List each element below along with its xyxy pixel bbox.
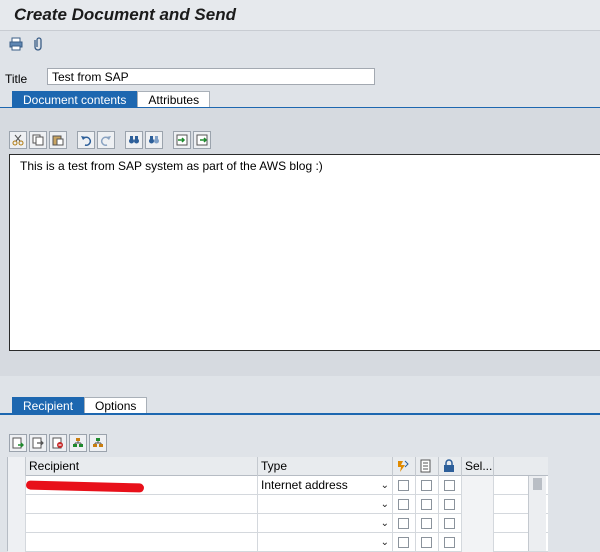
attachment-icon[interactable]	[30, 36, 46, 52]
express-checkbox[interactable]	[398, 480, 409, 491]
type-dropdown[interactable]: ⌄	[258, 533, 393, 552]
tab-underline	[0, 413, 600, 415]
type-dropdown[interactable]: Internet address ⌄	[258, 476, 393, 495]
express-icon	[398, 460, 409, 472]
lock-checkbox-cell	[439, 514, 462, 533]
recipient-cell[interactable]	[26, 495, 258, 514]
type-value: Internet address	[261, 478, 348, 492]
lock-checkbox-cell	[439, 533, 462, 552]
append-row-icon[interactable]	[9, 434, 27, 452]
grid-toolbar	[9, 434, 107, 454]
document-tabstrip: Document contents Attributes	[12, 91, 211, 108]
copy-checkbox[interactable]	[421, 480, 432, 491]
column-header-express[interactable]	[393, 457, 416, 476]
row-selector[interactable]	[8, 533, 26, 552]
copy-icon	[420, 459, 431, 473]
title-row: Title	[0, 68, 600, 88]
find-next-icon[interactable]	[145, 131, 163, 149]
copy-checkbox[interactable]	[421, 499, 432, 510]
find-icon[interactable]	[125, 131, 143, 149]
copy-checkbox[interactable]	[421, 537, 432, 548]
table-row: ⌄	[8, 495, 548, 514]
table-header: Recipient Type Sel...	[8, 457, 548, 476]
application-toolbar	[8, 36, 46, 54]
title-bar: Create Document and Send	[0, 0, 600, 31]
recipient-tabstrip: Recipient Options	[12, 397, 148, 414]
paste-icon[interactable]	[49, 131, 67, 149]
lock-checkbox-cell	[439, 476, 462, 495]
table-row: ⌄	[8, 533, 548, 552]
sel-cell	[462, 495, 494, 514]
copy-checkbox-cell	[416, 495, 439, 514]
title-input[interactable]	[47, 68, 375, 85]
recipient-table: Recipient Type Sel... Internet address ⌄ …	[7, 457, 548, 552]
address-book-icon[interactable]	[89, 434, 107, 452]
column-header-recipient[interactable]: Recipient	[26, 457, 258, 476]
cut-icon[interactable]	[9, 131, 27, 149]
sel-cell	[462, 533, 494, 552]
undo-icon[interactable]	[77, 131, 95, 149]
lock-checkbox[interactable]	[444, 537, 455, 548]
lock-checkbox[interactable]	[444, 499, 455, 510]
scrollbar-thumb[interactable]	[533, 478, 542, 490]
recipient-cell[interactable]	[26, 533, 258, 552]
row-selector[interactable]	[8, 514, 26, 533]
chevron-down-icon: ⌄	[380, 518, 389, 529]
table-row: ⌄	[8, 514, 548, 533]
delete-row-icon[interactable]	[49, 434, 67, 452]
sel-cell	[462, 514, 494, 533]
tab-document-contents[interactable]: Document contents	[12, 91, 138, 108]
copy-checkbox-cell	[416, 533, 439, 552]
copy-checkbox-cell	[416, 514, 439, 533]
import-icon[interactable]	[173, 131, 191, 149]
redo-icon[interactable]	[97, 131, 115, 149]
editor-toolbar	[9, 131, 211, 151]
express-checkbox[interactable]	[398, 537, 409, 548]
insert-row-icon[interactable]	[29, 434, 47, 452]
lock-checkbox-cell	[439, 495, 462, 514]
recipient-cell[interactable]	[26, 514, 258, 533]
document-text-editor[interactable]: This is a test from SAP system as part o…	[9, 154, 600, 351]
express-checkbox[interactable]	[398, 499, 409, 510]
copy-checkbox[interactable]	[421, 518, 432, 529]
express-checkbox-cell	[393, 476, 416, 495]
chevron-down-icon: ⌄	[380, 537, 389, 548]
column-header-copy[interactable]	[416, 457, 439, 476]
lock-checkbox[interactable]	[444, 480, 455, 491]
express-checkbox[interactable]	[398, 518, 409, 529]
sel-cell	[462, 476, 494, 495]
type-dropdown[interactable]: ⌄	[258, 495, 393, 514]
tab-recipient[interactable]: Recipient	[12, 397, 85, 414]
express-checkbox-cell	[393, 495, 416, 514]
chevron-down-icon: ⌄	[380, 480, 389, 491]
distribution-list-icon[interactable]	[69, 434, 87, 452]
copy-checkbox-cell	[416, 476, 439, 495]
title-label: Title	[5, 72, 28, 86]
export-icon[interactable]	[193, 131, 211, 149]
print-icon[interactable]	[8, 36, 24, 52]
column-header-lock[interactable]	[439, 457, 462, 476]
tab-attributes[interactable]: Attributes	[137, 91, 211, 108]
tab-options[interactable]: Options	[84, 397, 148, 414]
type-dropdown[interactable]: ⌄	[258, 514, 393, 533]
window-title: Create Document and Send	[14, 5, 236, 24]
column-header-sel[interactable]: Sel...	[462, 457, 494, 476]
vertical-scrollbar[interactable]	[528, 476, 546, 551]
chevron-down-icon: ⌄	[380, 499, 389, 510]
row-selector[interactable]	[8, 495, 26, 514]
document-text: This is a test from SAP system as part o…	[20, 159, 323, 173]
express-checkbox-cell	[393, 514, 416, 533]
copy-icon[interactable]	[29, 131, 47, 149]
row-selector-header[interactable]	[8, 457, 26, 476]
lock-checkbox[interactable]	[444, 518, 455, 529]
row-selector[interactable]	[8, 476, 26, 495]
lock-icon	[444, 459, 454, 472]
express-checkbox-cell	[393, 533, 416, 552]
column-header-type[interactable]: Type	[258, 457, 393, 476]
